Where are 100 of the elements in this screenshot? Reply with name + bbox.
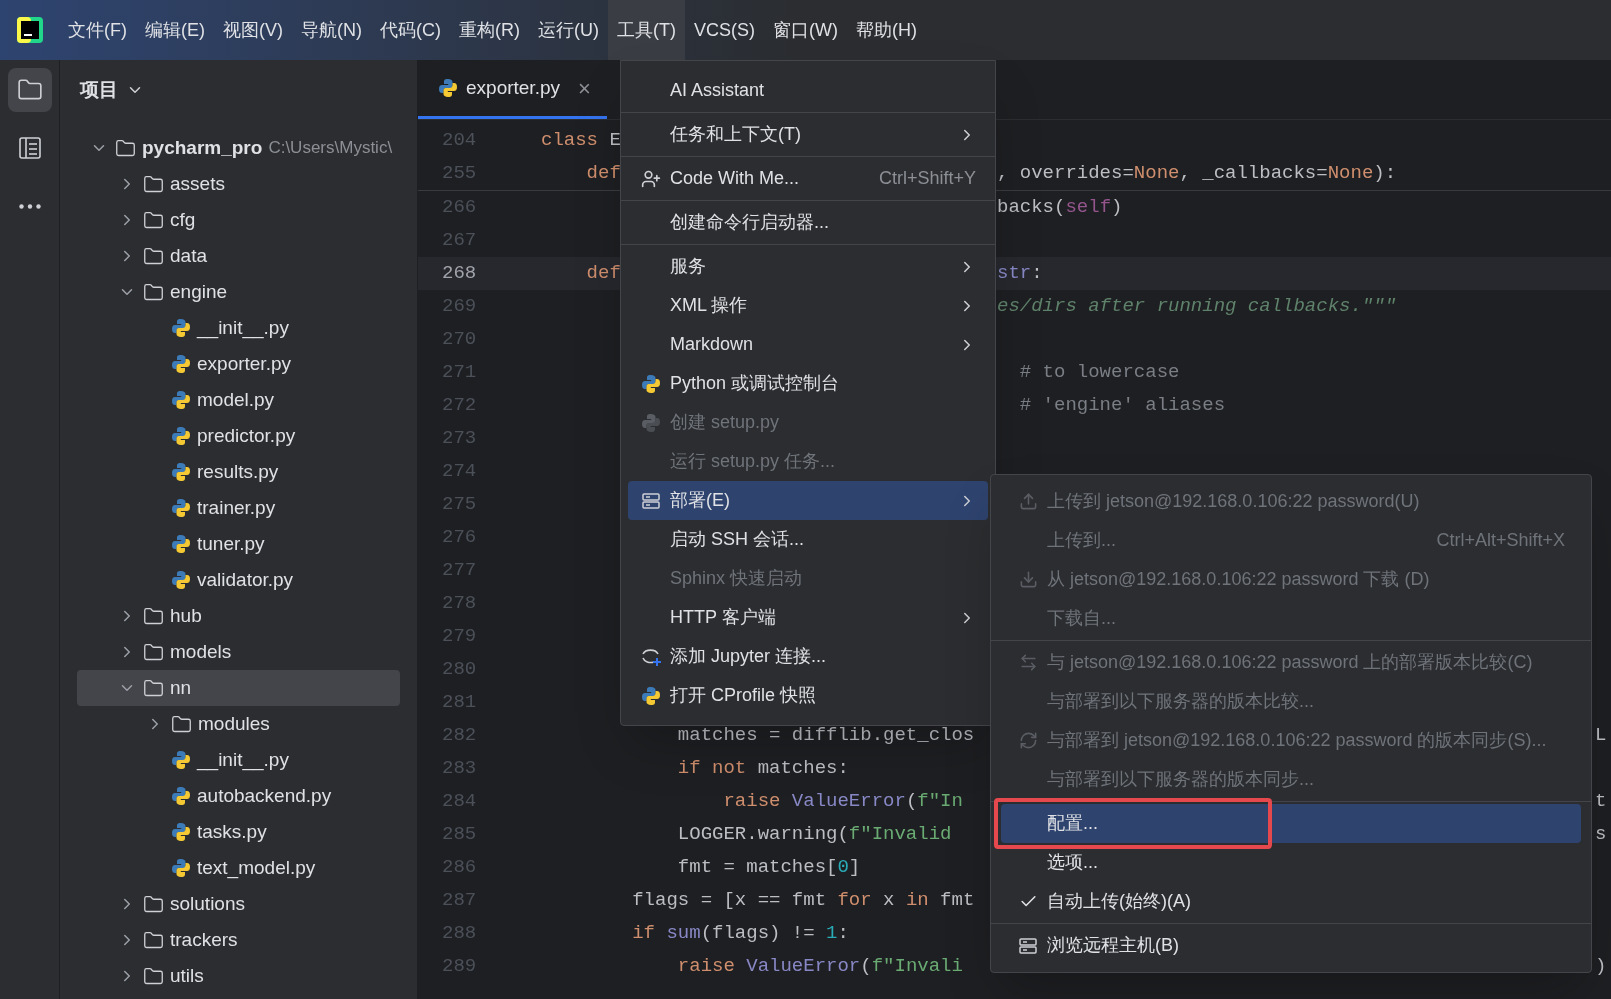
tree-item-label: trackers (170, 927, 238, 952)
tree-item[interactable]: trainer.py (77, 490, 400, 526)
menu-item[interactable]: 导航(N) (292, 0, 371, 60)
tree-item[interactable]: exporter.py (77, 346, 400, 382)
python-icon (171, 822, 191, 842)
tree-item[interactable]: solutions (77, 886, 400, 922)
tree-item[interactable]: data (77, 238, 400, 274)
upload-icon (1018, 492, 1038, 511)
tree-item[interactable]: tasks.py (77, 814, 400, 850)
tree-item-label: __init__.py (197, 747, 289, 773)
menu-item[interactable]: 服务 (628, 247, 988, 286)
menu-item[interactable]: VCS(S) (684, 0, 764, 60)
menu-item[interactable]: 打开 CProfile 快照 (628, 676, 988, 715)
code-text: def (585, 161, 621, 187)
shortcut-label: Ctrl+Alt+Shift+X (1436, 529, 1565, 552)
tree-item[interactable]: nn (77, 670, 400, 706)
folder-icon (143, 209, 164, 231)
tree-item[interactable]: __init__.py (77, 742, 400, 778)
tree-item[interactable]: pycharm_pro C:\Users\Mystic\ (77, 130, 400, 166)
menu-item[interactable]: 代码(C) (371, 0, 450, 60)
tree-item[interactable]: validator.py (77, 562, 400, 598)
menu-item[interactable]: 配置... (1001, 804, 1581, 843)
menu-item[interactable]: HTTP 客户端 (628, 598, 988, 637)
menu-item[interactable]: 视图(V) (214, 0, 292, 60)
menu-item[interactable]: 运行(U) (529, 0, 608, 60)
tree-item[interactable]: text_model.py (77, 850, 400, 886)
code-text: raise ValueError(f"Invali (676, 954, 963, 980)
menu-item[interactable]: 添加 Jupyter 连接... (628, 637, 988, 676)
tree-item[interactable]: utils (77, 958, 400, 994)
tree-item-label: models (170, 639, 232, 664)
sync-icon (1018, 731, 1038, 750)
tab-close-button[interactable]: × (578, 71, 591, 105)
project-tool-button[interactable] (7, 68, 52, 112)
python-icon (171, 498, 191, 518)
menu-item[interactable]: 任务和上下文(T) (628, 115, 988, 154)
code-text: t (1595, 789, 1607, 815)
menu-item[interactable]: 文件(F) (59, 0, 136, 60)
tree-item[interactable]: modules (77, 706, 400, 742)
tree-item-label: hub (170, 603, 202, 628)
line-number: 268 (441, 261, 478, 287)
tree-item-label: tasks.py (197, 819, 267, 844)
tree-item[interactable]: predictor.py (77, 418, 400, 454)
code-text: , overrides=None, _callbacks=None): (997, 161, 1397, 187)
python-icon (171, 570, 191, 590)
tree-item[interactable]: model.py (77, 382, 400, 418)
tree-item-label: cfg (170, 207, 196, 232)
menu-item[interactable]: 编辑(E) (136, 0, 214, 60)
menu-item[interactable]: AI Assistant (628, 71, 988, 110)
menu-item[interactable]: 浏览远程主机(B) (1001, 926, 1581, 965)
python-icon (171, 462, 191, 482)
code-text: flags = [x == fmt for x in fmt (631, 888, 975, 914)
shortcut-label: Ctrl+Shift+Y (878, 167, 976, 190)
menu-item[interactable]: Markdown (628, 325, 988, 364)
code-text: backs(self) (997, 195, 1123, 221)
more-icon (18, 203, 41, 209)
tree-item-label: predictor.py (197, 423, 296, 448)
tree-item-label: model.py (197, 387, 275, 412)
tree-item[interactable]: trackers (77, 922, 400, 958)
tree-item[interactable]: hub (77, 598, 400, 634)
python-icon (171, 318, 191, 338)
python-icon (171, 786, 191, 806)
tree-item[interactable]: results.py (77, 454, 400, 490)
menu-item[interactable]: 帮助(H) (846, 0, 926, 60)
app-logo-icon[interactable] (17, 17, 43, 43)
tree-item-label: utils (170, 963, 204, 988)
code-text: L (1595, 723, 1607, 749)
tree-item-label: engine (170, 279, 228, 304)
code-text: class E (541, 128, 621, 154)
tree-item-label: solutions (170, 891, 245, 916)
menu-item[interactable]: 创建命令行启动器... (628, 203, 988, 242)
code-text: ) (1595, 954, 1607, 980)
menu-item[interactable]: 窗口(W) (764, 0, 847, 60)
menu-item[interactable]: 启动 SSH 会话... (628, 520, 988, 559)
menu-item[interactable]: XML 操作 (628, 286, 988, 325)
menu-item[interactable]: 选项... (1001, 843, 1581, 882)
menu-item[interactable]: Python 或调试控制台 (628, 364, 988, 403)
tree-item[interactable]: assets (77, 166, 400, 202)
tree-item-label: validator.py (197, 567, 294, 592)
tree-item[interactable]: __init__.py (77, 310, 400, 346)
tree-item[interactable]: cfg (77, 202, 400, 238)
python-icon (171, 750, 191, 770)
tree-item[interactable]: tuner.py (77, 526, 400, 562)
menu-item[interactable]: 重构(R) (450, 0, 529, 60)
code-text: # to lowercase (1018, 360, 1180, 386)
menu-item[interactable]: 工具(T) (608, 0, 685, 60)
editor-tab[interactable]: exporter.py × (418, 60, 607, 119)
menu-item[interactable]: 自动上传(始终)(A) (1001, 882, 1581, 921)
tree-item[interactable]: models (77, 634, 400, 670)
code-text: matches = difflib.get_clos (676, 723, 975, 749)
menu-item[interactable]: Code With Me... Ctrl+Shift+Y (628, 159, 988, 198)
code-text: # 'engine' aliases (1018, 393, 1226, 419)
folder-icon (143, 281, 164, 303)
menu-item[interactable]: 部署(E) (628, 481, 988, 520)
python-icon (171, 390, 191, 410)
python-icon (171, 858, 191, 878)
tree-item[interactable]: engine (77, 274, 400, 310)
code-text: s (1595, 822, 1607, 848)
tree-item-label: __init__.py (197, 315, 289, 341)
panel-title[interactable]: 项目 (80, 75, 118, 105)
tree-item[interactable]: autobackend.py (77, 778, 400, 814)
